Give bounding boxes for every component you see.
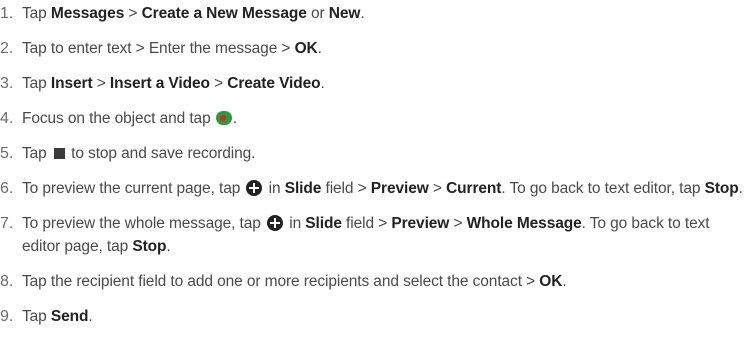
- menu-label: Create Video: [227, 75, 321, 92]
- menu-label: Stop: [704, 180, 739, 197]
- step-2: 2. Tap to enter text > Enter the message…: [0, 37, 747, 60]
- step-number: 9.: [0, 308, 14, 325]
- menu-label: OK: [294, 40, 318, 57]
- step-text-segment: .: [360, 5, 365, 22]
- step-text-segment: .: [738, 180, 743, 197]
- step-text-segment: .: [232, 110, 238, 127]
- step-text-segment: field >: [321, 180, 371, 197]
- step-text-segment: .: [317, 40, 322, 57]
- step-number: 2.: [0, 40, 14, 57]
- add-circle-icon: [246, 180, 263, 196]
- instruction-list: 1. Tap Messages > Create a New Message o…: [0, 2, 747, 340]
- step-text-segment: Focus on the object and tap: [22, 110, 215, 127]
- step-number: 8.: [0, 273, 14, 290]
- step-5: 5. Tap to stop and save recording.: [0, 142, 747, 165]
- step-text-segment: >: [428, 180, 447, 197]
- step-text-segment: in: [264, 180, 285, 197]
- step-text-segment: >: [209, 75, 228, 92]
- step-text-segment: Tap: [22, 75, 51, 92]
- step-text-segment: To preview the whole message, tap: [22, 215, 266, 232]
- step-text-segment: Tap: [22, 308, 51, 325]
- menu-label: Create a New Message: [141, 5, 307, 22]
- step-text-segment: to stop and save recording.: [66, 145, 256, 162]
- menu-label: Whole Message: [466, 215, 582, 232]
- record-dot-icon: [219, 115, 226, 121]
- menu-label: Current: [446, 180, 502, 197]
- step-text-segment: >: [449, 215, 467, 232]
- step-text: To preview the whole message, tap in Sli…: [22, 212, 747, 258]
- step-text-segment: .: [562, 273, 567, 290]
- step-number: 1.: [0, 5, 14, 22]
- step-3: 3. Tap Insert > Insert a Video > Create …: [0, 72, 747, 95]
- menu-label: Slide: [305, 215, 342, 232]
- stop-icon: [53, 148, 65, 159]
- step-text: Tap Send.: [22, 305, 747, 328]
- step-8: 8. Tap the recipient field to add one or…: [0, 270, 747, 293]
- menu-label: Insert: [50, 75, 93, 92]
- step-6: 6. To preview the current page, tap in S…: [0, 177, 747, 200]
- step-number: 4.: [0, 110, 14, 127]
- step-text-segment: in: [285, 215, 306, 232]
- menu-label: New: [328, 5, 361, 22]
- step-text-segment: Tap: [22, 145, 51, 162]
- step-number: 7.: [0, 215, 14, 232]
- step-text-segment: .: [320, 75, 325, 92]
- step-text: Tap to stop and save recording.: [22, 142, 747, 165]
- menu-label: Messages: [50, 5, 125, 22]
- menu-label: Preview: [370, 180, 429, 197]
- step-text: Tap the recipient field to add one or mo…: [22, 270, 747, 293]
- step-number: 6.: [0, 180, 14, 197]
- step-9: 9. Tap Send.: [0, 305, 747, 328]
- step-text: Tap to enter text > Enter the message > …: [22, 37, 747, 60]
- step-7: 7. To preview the whole message, tap in …: [0, 212, 747, 258]
- menu-label: Send: [50, 308, 89, 325]
- step-text-segment: .: [166, 238, 171, 255]
- step-number: 5.: [0, 145, 14, 162]
- step-text-segment: To preview the current page, tap: [22, 180, 245, 197]
- record-icon: [215, 111, 232, 125]
- menu-label: Preview: [391, 215, 450, 232]
- step-text-segment: >: [92, 75, 110, 92]
- step-text-segment: Tap: [22, 5, 51, 22]
- step-text-segment: .: [88, 308, 93, 325]
- step-text: Tap Insert > Insert a Video > Create Vid…: [22, 72, 747, 95]
- step-1: 1. Tap Messages > Create a New Message o…: [0, 2, 747, 25]
- step-text: To preview the current page, tap in Slid…: [22, 177, 747, 200]
- step-text-segment: Tap to enter text > Enter the message >: [22, 40, 295, 57]
- step-text-segment: or: [306, 5, 329, 22]
- menu-label: Insert a Video: [109, 75, 210, 92]
- step-text: Focus on the object and tap .: [22, 107, 747, 130]
- menu-label: Stop: [132, 238, 167, 255]
- step-4: 4. Focus on the object and tap .: [0, 107, 747, 130]
- step-number: 3.: [0, 75, 14, 92]
- add-circle-icon: [267, 215, 284, 231]
- step-text-segment: >: [124, 5, 142, 22]
- step-text-segment: Tap the recipient field to add one or mo…: [22, 273, 540, 290]
- menu-label: OK: [539, 273, 563, 290]
- menu-label: Slide: [284, 180, 322, 197]
- step-text: Tap Messages > Create a New Message or N…: [22, 2, 747, 25]
- step-text-segment: . To go back to text editor, tap: [501, 180, 705, 197]
- step-text-segment: field >: [341, 215, 392, 232]
